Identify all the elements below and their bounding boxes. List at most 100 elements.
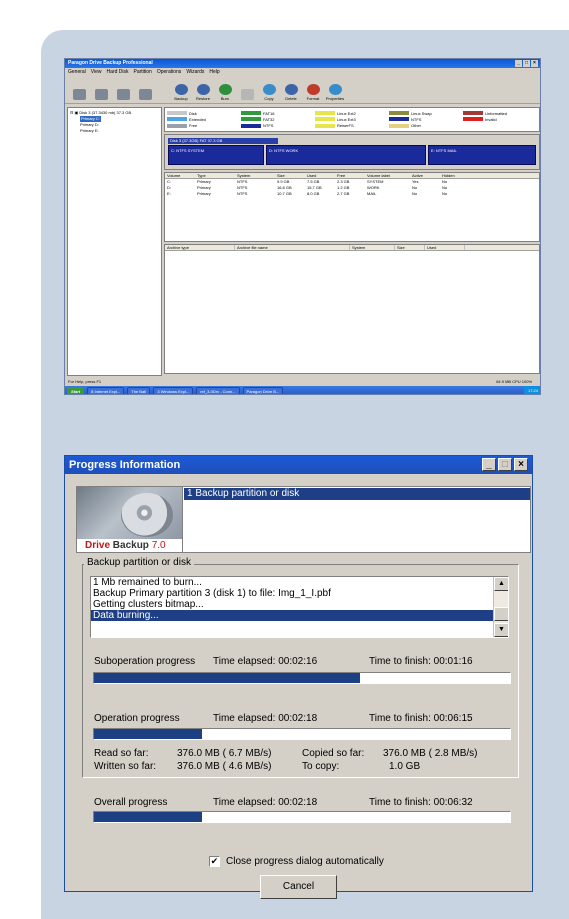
read-value: 376.0 MB ( 6.7 MB/s) (177, 748, 272, 759)
taskbar-button-ie[interactable]: 8 Internet Expl... (87, 387, 125, 394)
operation-row: Operation progress Time elapsed: 00:02:1… (94, 713, 514, 725)
restore-button[interactable]: Restore (193, 79, 213, 101)
menu-operations[interactable]: Operations (157, 68, 181, 76)
legend-swatch (241, 111, 261, 115)
table-cell: MAIL (367, 191, 377, 196)
status-memory-cpu: 64.9 MB CPU 100% (496, 379, 532, 384)
column-header[interactable]: Size (395, 245, 425, 250)
disk-icon (72, 89, 86, 100)
menu-hard-disk[interactable]: Hard Disk (107, 68, 129, 76)
burn-icon (218, 84, 232, 95)
column-header[interactable]: Archive file name (235, 245, 350, 250)
column-header[interactable]: Used (425, 245, 465, 250)
dialog-title: Progress Information (69, 459, 181, 471)
close-icon[interactable]: × (531, 60, 538, 67)
column-header[interactable]: Volume label (365, 173, 410, 178)
scroll-down-icon[interactable]: ▼ (494, 623, 508, 637)
partition-block-c[interactable]: C: NTFS SYSTEM (168, 145, 264, 165)
menu-wizards[interactable]: Wizards (186, 68, 204, 76)
archive-table: Archive type Archive file name System Size U… (164, 244, 540, 374)
scroll-thumb[interactable] (494, 607, 508, 621)
maximize-icon[interactable]: □ (498, 458, 512, 471)
taskbar-button-explorer[interactable]: 3 Windows Expl... (153, 387, 194, 394)
start-button[interactable]: Start (67, 386, 85, 394)
toolbar-button-3[interactable] (113, 79, 133, 101)
cancel-button[interactable]: Cancel (260, 875, 337, 899)
column-header[interactable]: Active (410, 173, 440, 178)
column-header[interactable]: Hidden (440, 173, 470, 178)
column-header[interactable]: System (235, 173, 275, 178)
overall-elapsed: Time elapsed: 00:02:18 (213, 797, 318, 808)
toolbar: Backup Restore Burn Copy Delete Format P… (65, 76, 540, 104)
auto-close-checkbox[interactable]: ✔ Close progress dialog automatically (209, 856, 384, 867)
operation-label: Operation progress (94, 713, 180, 724)
delete-button[interactable]: Delete (281, 79, 301, 101)
toolbar-button-1[interactable] (69, 79, 89, 101)
progress-dialog: Progress Information _ □ × Drive Backup … (64, 455, 533, 899)
checkbox-check-icon[interactable]: ✔ (209, 856, 220, 867)
legend-item: Free (167, 123, 241, 129)
copy-button[interactable]: Copy (259, 79, 279, 101)
column-header[interactable]: Type (195, 173, 235, 178)
legend-label: Linux Swap (411, 110, 432, 116)
legend-label: Extended (189, 116, 206, 122)
partition-block-d[interactable]: D: NTFS WORK (266, 145, 426, 165)
log-line: Backup Primary partition 3 (disk 1) to f… (93, 588, 331, 599)
menu-partition[interactable]: Partition (134, 68, 152, 76)
log-scrollbar[interactable]: ▲ ▼ (493, 577, 508, 637)
stats-row-2: Written so far: 376.0 MB ( 4.6 MB/s) To … (94, 761, 514, 773)
legend-label: Unformatted (485, 110, 508, 116)
legend-label: Free (189, 123, 198, 129)
toolbar-button-disabled[interactable] (237, 79, 257, 101)
tree-item-e[interactable]: Primary E: (70, 128, 159, 134)
operation-list-item[interactable]: 1 Backup partition or disk (184, 488, 530, 500)
menu-help[interactable]: Help (209, 68, 219, 76)
restore-icon (196, 84, 210, 95)
legend-item: Linux Ext3 (315, 116, 389, 122)
table-cell: 2.7 GB (337, 191, 350, 196)
toolbar-button-2[interactable] (91, 79, 111, 101)
product-logo-text: Drive Backup 7.0 (85, 540, 166, 551)
taskbar-button-paragon[interactable]: Paragon Drive B... (242, 387, 284, 394)
tocopy-value: 1.0 GB (389, 761, 421, 772)
legend-label: FAT32 (263, 116, 275, 122)
backup-button[interactable]: Backup (171, 79, 191, 101)
maximize-icon[interactable]: □ (523, 60, 530, 67)
operation-progress-fill (94, 729, 203, 739)
column-header[interactable]: Free (335, 173, 365, 178)
main-window: Paragon Drive Backup Professional _ □ × … (64, 58, 541, 395)
overall-progress-fill (94, 812, 203, 822)
disk-platter-icon (121, 493, 173, 537)
legend-swatch (389, 111, 409, 115)
properties-button[interactable]: Properties (325, 79, 345, 101)
close-icon[interactable]: × (514, 458, 528, 471)
format-button[interactable]: Format (303, 79, 323, 101)
minimize-icon[interactable]: _ (515, 60, 522, 67)
legend-label: Linux Ext2 (337, 110, 356, 116)
menu-view[interactable]: View (91, 68, 102, 76)
menu-general[interactable]: General (68, 68, 86, 76)
taskbar-button-thebat[interactable]: The Bat! (127, 387, 151, 394)
legend-swatch (167, 123, 187, 128)
operation-finish: Time to finish: 00:06:15 (369, 713, 473, 724)
table-cell: E: (167, 191, 171, 196)
column-header[interactable]: Size (275, 173, 305, 178)
suboperation-finish: Time to finish: 00:01:16 (369, 656, 473, 667)
column-header[interactable]: System (350, 245, 395, 250)
partition-block-e[interactable]: E: NTFS MAIL (428, 145, 536, 165)
operation-elapsed: Time elapsed: 00:02:18 (213, 713, 318, 724)
legend-swatch (167, 111, 187, 115)
minimize-icon[interactable]: _ (482, 458, 496, 471)
column-header[interactable]: Volume (165, 173, 195, 178)
dialog-titlebar: Progress Information _ □ × (65, 456, 532, 474)
disk-map: Disk 3 (37.3GB) FAT 37.3 GB C: NTFS SYST… (164, 134, 540, 170)
taskbar-button-conn[interactable]: ref_3-0Drv - Conn... (196, 387, 240, 394)
scroll-up-icon[interactable]: ▲ (494, 577, 508, 591)
toolbar-button-4[interactable] (135, 79, 155, 101)
column-header[interactable]: Archive type (165, 245, 235, 250)
legend-item: NTFS (241, 123, 315, 129)
table-row[interactable]: E: Primary NTFS 10.7 GB 8.0 GB 2.7 GB MAIL No No (165, 191, 539, 197)
burn-button[interactable]: Burn (215, 79, 235, 101)
legend-item: FAT16 (241, 110, 315, 116)
column-header[interactable]: Used (305, 173, 335, 178)
